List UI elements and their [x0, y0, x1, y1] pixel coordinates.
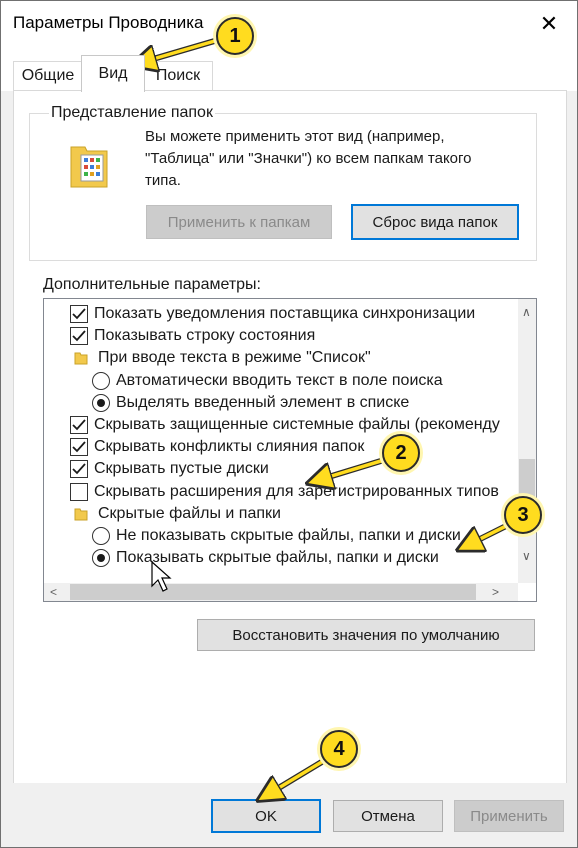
advanced-setting-label: Скрывать расширения для зарегистрированн… [94, 482, 499, 500]
advanced-setting-row[interactable]: Показывать скрытые файлы, папки и диски [92, 547, 439, 569]
horizontal-scrollbar[interactable]: < > [44, 583, 518, 601]
apply-to-folders-button[interactable]: Применить к папкам [146, 205, 332, 239]
advanced-setting-row[interactable]: Скрывать конфликты слияния папок [70, 436, 364, 458]
advanced-setting-label: Выделять введенный элемент в списке [116, 393, 410, 411]
advanced-setting-label: Скрытые файлы и папки [98, 504, 281, 522]
close-button[interactable]: ✕ [529, 7, 569, 41]
advanced-setting-row: При вводе текста в режиме "Список" [74, 347, 371, 369]
cancel-button[interactable]: Отмена [333, 800, 443, 832]
advanced-setting-row[interactable]: Скрывать расширения для зарегистрированн… [70, 481, 499, 503]
scroll-up-icon[interactable]: ∧ [522, 305, 531, 319]
advanced-setting-label: Скрывать конфликты слияния папок [94, 438, 365, 456]
advanced-setting-label: Показывать скрытые файлы, папки и диски [116, 549, 439, 567]
scroll-left-icon[interactable]: < [50, 585, 57, 599]
folder-icon [74, 508, 88, 521]
tab-search[interactable]: Поиск [143, 61, 213, 90]
tab-strip: Общие Вид Поиск [1, 45, 577, 92]
annotation-badge-3: 3 [504, 496, 542, 534]
dialog-title: Параметры Проводника [13, 13, 204, 32]
explorer-options-dialog: Параметры Проводника ✕ Общие Вид Поиск П… [0, 0, 578, 848]
apply-button[interactable]: Применить [454, 800, 564, 832]
advanced-setting-row: Скрытые файлы и папки [74, 503, 281, 525]
advanced-setting-label: Автоматически вводить текст в поле поиск… [116, 371, 443, 389]
radio-selected[interactable] [92, 393, 110, 412]
folder-views-description: Вы можете применить этот вид (например, … [145, 128, 472, 189]
tab-view[interactable]: Вид [81, 55, 145, 92]
annotation-badge-2: 2 [382, 434, 420, 472]
advanced-setting-row[interactable]: Автоматически вводить текст в поле поиск… [92, 370, 443, 392]
radio-selected[interactable] [92, 549, 110, 568]
checkbox-checked[interactable] [70, 460, 88, 479]
annotation-badge-1: 1 [216, 17, 254, 55]
checkbox-unchecked[interactable] [70, 482, 88, 501]
advanced-setting-row[interactable]: Скрывать защищенные системные файлы (рек… [70, 414, 500, 436]
checkbox-checked[interactable] [70, 416, 88, 434]
advanced-setting-row[interactable]: Показать уведомления поставщика синхрони… [70, 303, 475, 325]
radio-unselected[interactable] [92, 371, 110, 390]
ok-button[interactable]: OK [211, 799, 321, 833]
advanced-setting-label: Не показывать скрытые файлы, папки и дис… [116, 527, 461, 544]
advanced-setting-row[interactable]: Выделять введенный элемент в списке [92, 392, 409, 414]
advanced-setting-label: Скрывать защищенные системные файлы (рек… [94, 416, 500, 433]
restore-defaults-button[interactable]: Восстановить значения по умолчанию [197, 619, 535, 651]
checkbox-checked[interactable] [70, 305, 88, 323]
scroll-down-icon[interactable]: ∨ [522, 549, 531, 563]
advanced-setting-label: При вводе текста в режиме "Список" [98, 349, 371, 367]
folder-icon [70, 146, 108, 188]
scroll-right-icon[interactable]: > [492, 585, 499, 599]
reset-folders-button[interactable]: Сброс вида папок [351, 204, 519, 240]
advanced-settings-label: Дополнительные параметры: [43, 276, 261, 293]
advanced-setting-label: Показывать строку состояния [94, 327, 316, 345]
advanced-settings-list[interactable]: Показать уведомления поставщика синхрони… [43, 298, 537, 602]
vertical-scrollbar[interactable]: ∧ ∨ [518, 299, 536, 583]
advanced-setting-label: Скрывать пустые диски [94, 460, 269, 478]
title-bar: Параметры Проводника ✕ [1, 1, 577, 45]
folder-views-label: Представление папок [49, 104, 215, 122]
checkbox-checked[interactable] [70, 327, 88, 346]
radio-unselected[interactable] [92, 527, 110, 545]
tab-search-label: Поиск [155, 67, 201, 84]
annotation-badge-4: 4 [320, 730, 358, 768]
advanced-setting-row[interactable]: Скрывать пустые диски [70, 458, 269, 480]
tab-general[interactable]: Общие [13, 61, 83, 90]
horizontal-scroll-thumb[interactable] [70, 584, 476, 600]
advanced-setting-label: Показать уведомления поставщика синхрони… [94, 305, 476, 322]
folder-icon [74, 352, 88, 365]
checkbox-checked[interactable] [70, 438, 88, 457]
advanced-setting-row[interactable]: Показывать строку состояния [70, 325, 315, 347]
advanced-setting-row[interactable]: Не показывать скрытые файлы, папки и дис… [92, 525, 461, 547]
tab-view-label: Вид [98, 65, 128, 82]
tab-general-label: Общие [21, 67, 75, 84]
